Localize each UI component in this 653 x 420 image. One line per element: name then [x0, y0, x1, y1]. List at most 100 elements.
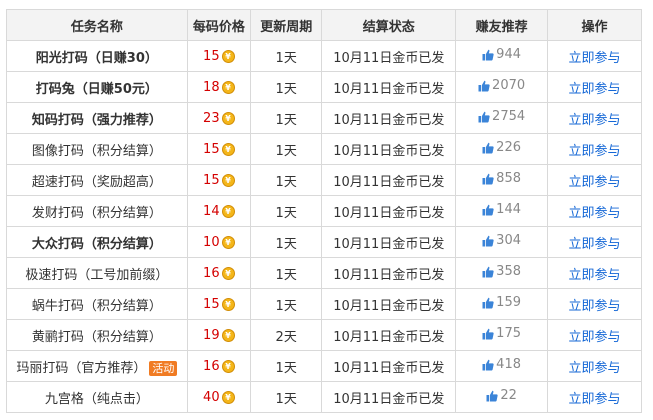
table-row: 大众打码（积分结算） 10 ¥ 1天 10月11日金币已发 304 立即参与 — [6, 226, 642, 258]
price-cell: 23 ¥ — [186, 102, 251, 134]
price-value: 15 — [203, 172, 220, 188]
coin-icon: ¥ — [221, 235, 235, 249]
coin-icon: ¥ — [221, 173, 235, 187]
table-row: 图像打码（积分结算） 15 ¥ 1天 10月11日金币已发 226 立即参与 — [6, 133, 642, 165]
join-now-link[interactable]: 立即参与 — [569, 330, 621, 345]
coin-icon: ¥ — [221, 49, 235, 63]
recommend-count: 2754 — [492, 109, 526, 125]
table-row: 九宫格（纯点击） 40 ¥ 1天 10月11日金币已发 22 立即参与 — [6, 381, 642, 413]
operation-cell: 立即参与 — [547, 164, 642, 196]
recommend-cell: 418 — [455, 350, 549, 382]
thumbs-up-icon — [482, 359, 494, 371]
task-name: 打码兔（日赚50元） — [35, 81, 158, 97]
join-now-link[interactable]: 立即参与 — [569, 82, 621, 97]
join-now-link[interactable]: 立即参与 — [569, 392, 621, 407]
thumbs-up-icon — [482, 173, 494, 185]
join-now-link[interactable]: 立即参与 — [569, 206, 621, 221]
recommend-cell: 144 — [455, 195, 549, 227]
task-name: 蜗牛打码（积分结算） — [31, 298, 162, 314]
task-name: 极速打码（工号加前缀） — [25, 267, 169, 283]
recommend-cell: 22 — [455, 381, 549, 413]
join-now-link[interactable]: 立即参与 — [569, 113, 621, 128]
task-name-cell: 阳光打码（日赚30） — [6, 40, 188, 72]
join-now-link[interactable]: 立即参与 — [569, 237, 621, 252]
price-value: 16 — [203, 265, 220, 281]
recommend-cell: 358 — [455, 257, 549, 289]
price-value: 40 — [203, 389, 220, 405]
operation-cell: 立即参与 — [547, 133, 642, 165]
thumbs-up-icon — [482, 297, 494, 309]
thumbs-up-icon — [482, 142, 494, 154]
status-cell: 10月11日金币已发 — [321, 288, 457, 320]
activity-badge: 活动 — [149, 360, 178, 376]
task-name-cell: 知码打码（强力推荐） — [6, 102, 188, 134]
recommend-count: 22 — [500, 388, 517, 404]
price-cell: 40 ¥ — [186, 381, 251, 413]
price-cell: 15 ¥ — [186, 288, 251, 320]
header-price: 每码价格 — [186, 9, 251, 41]
operation-cell: 立即参与 — [547, 319, 642, 351]
recommend-count: 418 — [496, 357, 521, 373]
thumbs-up-icon — [478, 111, 490, 123]
coin-icon: ¥ — [221, 142, 235, 156]
operation-cell: 立即参与 — [547, 226, 642, 258]
cycle-cell: 1天 — [249, 71, 323, 103]
recommend-count: 358 — [496, 264, 521, 280]
coin-icon: ¥ — [221, 111, 235, 125]
thumbs-up-icon — [482, 328, 494, 340]
price-cell: 16 ¥ — [186, 257, 251, 289]
price-value: 15 — [203, 296, 220, 312]
table-row: 蜗牛打码（积分结算） 15 ¥ 1天 10月11日金币已发 159 立即参与 — [6, 288, 642, 320]
task-name: 玛丽打码（官方推荐） — [16, 360, 147, 376]
cycle-cell: 1天 — [249, 195, 323, 227]
task-name: 发财打码（积分结算） — [31, 205, 162, 221]
table-row: 黄鹂打码（积分结算） 19 ¥ 2天 10月11日金币已发 175 立即参与 — [6, 319, 642, 351]
status-cell: 10月11日金币已发 — [321, 102, 457, 134]
coin-icon: ¥ — [221, 359, 235, 373]
price-value: 10 — [203, 234, 220, 250]
cycle-cell: 1天 — [249, 350, 323, 382]
operation-cell: 立即参与 — [547, 195, 642, 227]
join-now-link[interactable]: 立即参与 — [569, 361, 621, 376]
task-name-cell: 图像打码（积分结算） — [6, 133, 188, 165]
cycle-cell: 1天 — [249, 40, 323, 72]
price-value: 15 — [203, 141, 220, 157]
recommend-count: 858 — [496, 171, 521, 187]
price-cell: 15 ¥ — [186, 40, 251, 72]
cycle-cell: 1天 — [249, 381, 323, 413]
price-cell: 16 ¥ — [186, 350, 251, 382]
task-name: 超速打码（奖励超高） — [31, 174, 162, 190]
task-name: 知码打码（强力推荐） — [31, 112, 162, 128]
operation-cell: 立即参与 — [547, 381, 642, 413]
header-cycle: 更新周期 — [249, 9, 323, 41]
join-now-link[interactable]: 立即参与 — [569, 175, 621, 190]
recommend-count: 175 — [496, 326, 521, 342]
task-name: 黄鹂打码（积分结算） — [31, 329, 162, 345]
coin-icon: ¥ — [221, 204, 235, 218]
recommend-count: 944 — [496, 47, 521, 63]
join-now-link[interactable]: 立即参与 — [569, 268, 621, 283]
header-operation: 操作 — [547, 9, 642, 41]
task-name-cell: 玛丽打码（官方推荐） 活动 — [6, 350, 188, 382]
operation-cell: 立即参与 — [547, 350, 642, 382]
status-cell: 10月11日金币已发 — [321, 164, 457, 196]
recommend-count: 159 — [496, 295, 521, 311]
join-now-link[interactable]: 立即参与 — [569, 144, 621, 159]
price-cell: 14 ¥ — [186, 195, 251, 227]
thumbs-up-icon — [482, 204, 494, 216]
recommend-count: 226 — [496, 140, 521, 156]
thumbs-up-icon — [482, 266, 494, 278]
table-row: 超速打码（奖励超高） 15 ¥ 1天 10月11日金币已发 858 立即参与 — [6, 164, 642, 196]
recommend-count: 2070 — [492, 78, 526, 94]
task-name: 大众打码（积分结算） — [31, 236, 162, 252]
recommend-cell: 304 — [455, 226, 549, 258]
table-row: 阳光打码（日赚30） 15 ¥ 1天 10月11日金币已发 944 立即参与 — [6, 40, 642, 72]
price-value: 18 — [203, 79, 220, 95]
join-now-link[interactable]: 立即参与 — [569, 51, 621, 66]
task-name-cell: 极速打码（工号加前缀） — [6, 257, 188, 289]
coin-icon: ¥ — [221, 266, 235, 280]
price-value: 19 — [203, 327, 220, 343]
join-now-link[interactable]: 立即参与 — [569, 299, 621, 314]
price-value: 16 — [203, 358, 220, 374]
recommend-cell: 226 — [455, 133, 549, 165]
